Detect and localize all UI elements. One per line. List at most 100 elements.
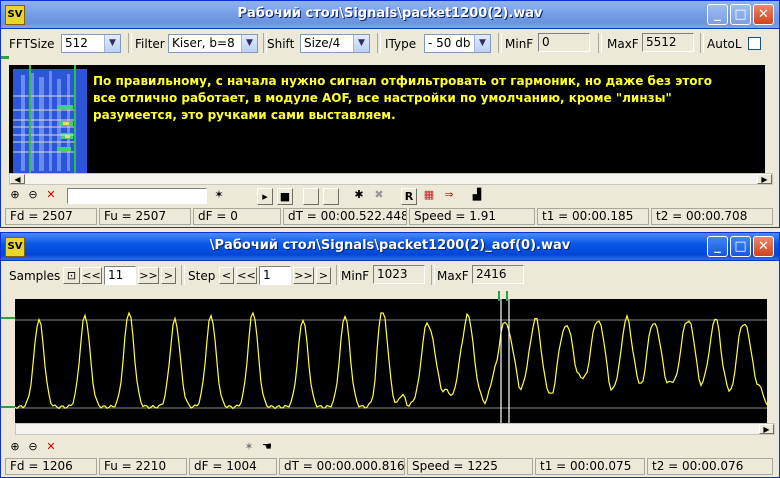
divider bbox=[336, 265, 340, 285]
title-bar[interactable]: SV Рабочий стол\Signals\packet1200(2).wa… bbox=[1, 1, 779, 29]
autol-checkbox[interactable] bbox=[748, 37, 761, 50]
zoom-out-icon[interactable]: ⊖ bbox=[25, 439, 41, 455]
maxf-field[interactable]: 2416 bbox=[472, 265, 524, 284]
scroll-right-icon[interactable]: ▶ bbox=[759, 424, 774, 434]
zoom-out-icon[interactable]: ⊖ bbox=[25, 187, 41, 203]
zoom-in-icon[interactable]: ⊕ bbox=[7, 187, 23, 203]
samples-input[interactable]: 11 bbox=[104, 266, 136, 285]
marker-handle[interactable] bbox=[498, 291, 500, 301]
close-button[interactable]: ✕ bbox=[753, 4, 774, 25]
marker-left bbox=[1, 56, 9, 59]
minimize-button[interactable]: _ bbox=[707, 4, 728, 25]
cursor-icon[interactable]: ✖ bbox=[371, 187, 387, 203]
stop-button[interactable]: ■ bbox=[277, 188, 293, 205]
status-t2: t2 = 00:00.708 bbox=[651, 208, 773, 225]
tool-button[interactable] bbox=[303, 188, 319, 205]
export-icon[interactable]: ⇒ bbox=[441, 187, 457, 203]
waveform-toolbar: Samples ⊡ << 11 >> > Step < << 1 >> > Mi… bbox=[3, 264, 777, 290]
samples-last-button[interactable]: > bbox=[161, 267, 176, 284]
samples-first-button[interactable]: << bbox=[81, 267, 102, 284]
horizontal-scrollbar[interactable]: ▶ bbox=[15, 423, 775, 435]
status-speed: Speed = 1225 bbox=[407, 458, 533, 475]
fft-size-label: FFTSize bbox=[9, 37, 55, 51]
maximize-button[interactable]: □ bbox=[730, 4, 751, 25]
divider bbox=[431, 265, 435, 285]
fft-size-select[interactable]: 512 ▼ bbox=[61, 34, 121, 53]
filter-label: Filter bbox=[135, 37, 165, 51]
itype-select[interactable]: - 50 db ▼ bbox=[424, 34, 491, 53]
marker-handle[interactable] bbox=[506, 291, 508, 301]
tools-row: ⊕ ⊖ ✕ ✶ ☚ bbox=[5, 439, 305, 457]
divider bbox=[377, 33, 381, 53]
itype-value: - 50 db bbox=[428, 36, 471, 50]
status-fu: Fu = 2507 bbox=[99, 208, 191, 225]
step-input[interactable]: 1 bbox=[259, 266, 291, 285]
shift-label: Shift bbox=[267, 37, 295, 51]
record-icon[interactable]: R bbox=[401, 188, 417, 205]
status-t1: t1 = 00:00.185 bbox=[537, 208, 649, 225]
tool-button[interactable] bbox=[323, 188, 339, 205]
samples-settings-button[interactable]: ⊡ bbox=[63, 267, 80, 284]
status-t2: t2 = 00:00.076 bbox=[647, 458, 773, 475]
minf-label: MinF bbox=[341, 269, 370, 283]
divider bbox=[181, 265, 185, 285]
step-last-button[interactable]: > bbox=[316, 267, 331, 284]
itype-label: IType bbox=[385, 37, 417, 51]
play-button[interactable]: ▸ bbox=[257, 188, 273, 205]
filter-select[interactable]: Kiser, b=8 ▼ bbox=[168, 34, 258, 53]
maxf-label: MaxF bbox=[437, 269, 469, 283]
hand-icon[interactable]: ☚ bbox=[259, 439, 275, 455]
samples-next-button[interactable]: >> bbox=[138, 267, 159, 284]
horizontal-scrollbar[interactable]: ◀ ▶ bbox=[9, 173, 773, 185]
waveform-panel[interactable] bbox=[15, 299, 767, 423]
status-speed: Speed = 1.91 bbox=[409, 208, 535, 225]
minimize-button[interactable]: _ bbox=[707, 236, 728, 257]
autol-label: AutoL bbox=[707, 37, 742, 51]
spectrum-toolbar: FFTSize 512 ▼ Filter Kiser, b=8 ▼ Shift Si… bbox=[3, 32, 777, 58]
maxf-label: MaxF bbox=[607, 37, 639, 51]
scroll-left-icon[interactable]: ◀ bbox=[10, 174, 25, 184]
status-df: dF = 1004 bbox=[189, 458, 277, 475]
status-dt: dT = 00:00.000.816 bbox=[279, 458, 405, 475]
status-bar: Fd = 2507 Fu = 2507 dF = 0 dT = 00:00.52… bbox=[3, 208, 777, 225]
step-label: Step bbox=[188, 269, 216, 283]
maximize-button[interactable]: □ bbox=[730, 236, 751, 257]
shift-value: Size/4 bbox=[304, 36, 341, 50]
spectrogram-panel[interactable]: По правильному, с начала нужно сигнал от… bbox=[9, 65, 765, 173]
minf-field[interactable]: 1023 bbox=[373, 265, 425, 284]
waveform-plot bbox=[15, 299, 767, 423]
step-next-button[interactable]: >> bbox=[293, 267, 314, 284]
cursor-icon[interactable]: ✶ bbox=[211, 187, 227, 203]
reset-zoom-icon[interactable]: ✕ bbox=[43, 439, 59, 455]
zoom-in-icon[interactable]: ⊕ bbox=[7, 439, 23, 455]
title-bar[interactable]: SV \Рабочий стол\Signals\packet1200(2)_a… bbox=[1, 233, 779, 261]
step-first-button[interactable]: << bbox=[236, 267, 257, 284]
minf-field[interactable]: 0 bbox=[538, 33, 590, 52]
step-prev-button[interactable]: < bbox=[219, 267, 234, 284]
spectrum-window: SV Рабочий стол\Signals\packet1200(2).wa… bbox=[0, 0, 780, 228]
status-fu: Fu = 2210 bbox=[99, 458, 187, 475]
fft-size-value: 512 bbox=[65, 36, 88, 50]
chevron-down-icon: ▼ bbox=[353, 35, 369, 52]
divider bbox=[128, 33, 132, 53]
cursor-icon[interactable]: ✶ bbox=[241, 439, 257, 455]
chart-icon[interactable]: ▦ bbox=[421, 187, 437, 203]
position-field[interactable] bbox=[67, 188, 207, 204]
divider bbox=[700, 33, 704, 53]
shift-select[interactable]: Size/4 ▼ bbox=[300, 34, 370, 53]
chevron-down-icon: ▼ bbox=[474, 35, 490, 52]
filter-value: Kiser, b=8 bbox=[172, 36, 235, 50]
annotation-message: По правильному, с начала нужно сигнал от… bbox=[93, 74, 713, 122]
chevron-down-icon: ▼ bbox=[104, 35, 120, 52]
window-title: Рабочий стол\Signals\packet1200(2).wav bbox=[237, 6, 543, 21]
minf-label: MinF bbox=[505, 37, 534, 51]
close-button[interactable]: ✕ bbox=[753, 236, 774, 257]
samples-label: Samples bbox=[9, 269, 61, 283]
maxf-field[interactable]: 5512 bbox=[642, 33, 694, 52]
reset-zoom-icon[interactable]: ✕ bbox=[43, 187, 59, 203]
marker-icon[interactable]: ✱ bbox=[351, 187, 367, 203]
status-fd: Fd = 1206 bbox=[5, 458, 97, 475]
scroll-right-icon[interactable]: ▶ bbox=[757, 174, 772, 184]
chart-icon[interactable]: ▟ bbox=[469, 187, 485, 203]
waveform-trace bbox=[15, 311, 767, 410]
